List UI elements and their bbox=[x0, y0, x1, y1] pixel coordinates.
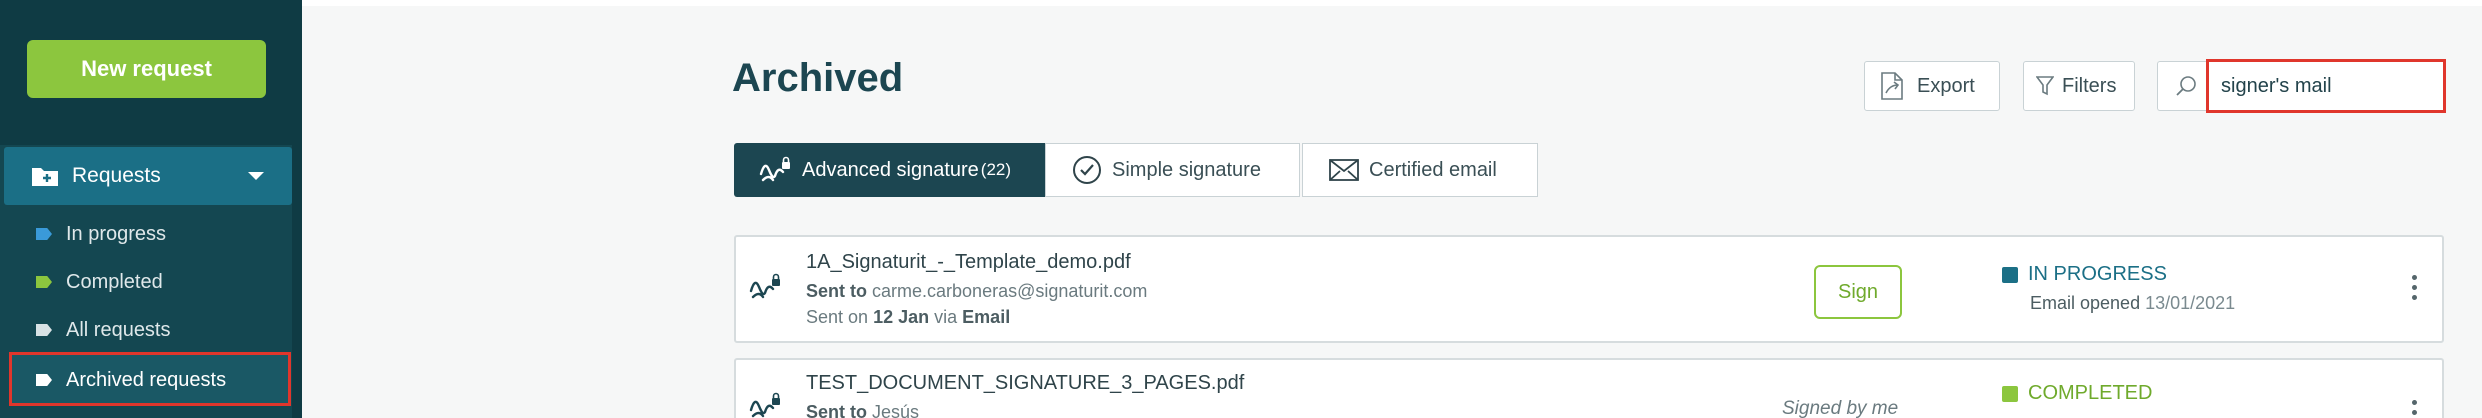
sent-to: Sent to Jesús bbox=[806, 402, 920, 418]
signed-by-me-note: Signed by me bbox=[1782, 398, 1899, 418]
status-badge: IN PROGRESS bbox=[2002, 263, 2167, 286]
page-title: Archived bbox=[732, 56, 904, 100]
more-options-icon[interactable] bbox=[2412, 275, 2418, 305]
sidebar-item-label: Archived requests bbox=[66, 368, 227, 391]
tab-count: (22) bbox=[980, 160, 1012, 179]
envelope-icon bbox=[1329, 159, 1359, 181]
sign-button[interactable]: Sign bbox=[1814, 265, 1902, 319]
search-button[interactable] bbox=[2157, 61, 2213, 111]
tag-icon bbox=[36, 228, 52, 240]
more-options-icon[interactable] bbox=[2412, 400, 2418, 418]
status-detail: Email opened 13/01/2021 bbox=[2030, 293, 2236, 313]
tag-icon bbox=[36, 374, 52, 386]
sidebar: New request Requests In progress Complet… bbox=[0, 0, 302, 418]
requests-label: Requests bbox=[72, 164, 161, 187]
tab-advanced-signature[interactable]: Advanced signature (22) bbox=[734, 143, 1045, 197]
tab-simple-signature[interactable]: Simple signature bbox=[1045, 143, 1300, 197]
chevron-down-icon bbox=[248, 172, 264, 180]
tag-icon bbox=[36, 276, 52, 288]
requests-menu-toggle[interactable]: Requests bbox=[4, 147, 292, 205]
export-label: Export bbox=[1917, 74, 1975, 97]
tab-label: Advanced signature bbox=[802, 158, 979, 181]
list-item[interactable]: 1A_Signaturit_-_Template_demo.pdf Sent t… bbox=[734, 235, 2444, 343]
tab-label: Certified email bbox=[1369, 158, 1497, 181]
export-button[interactable]: Export bbox=[1864, 61, 2000, 111]
advanced-signature-icon bbox=[758, 156, 792, 184]
tab-certified-email[interactable]: Certified email bbox=[1302, 143, 1538, 197]
filters-label: Filters bbox=[2062, 74, 2117, 97]
sidebar-item-label: In progress bbox=[66, 222, 167, 245]
status-square-icon bbox=[2002, 266, 2018, 283]
export-file-icon bbox=[1881, 72, 1903, 100]
sidebar-item-label: All requests bbox=[66, 318, 171, 341]
folder-plus-icon bbox=[32, 168, 58, 186]
tag-icon bbox=[36, 324, 52, 336]
advanced-signature-icon bbox=[749, 273, 780, 299]
document-name[interactable]: TEST_DOCUMENT_SIGNATURE_3_PAGES.pdf bbox=[806, 372, 1244, 395]
search-icon bbox=[2175, 76, 2196, 96]
sidebar-item-label: Completed bbox=[66, 270, 163, 293]
sent-on: Sent on 12 Jan via Email bbox=[806, 307, 1011, 327]
tab-label: Simple signature bbox=[1112, 158, 1261, 181]
filters-button[interactable]: Filters bbox=[2023, 61, 2135, 111]
sent-to: Sent to carme.carboneras@signaturit.com bbox=[806, 281, 1148, 301]
status-square-icon bbox=[2002, 385, 2018, 402]
document-name[interactable]: 1A_Signaturit_-_Template_demo.pdf bbox=[806, 251, 1131, 274]
check-circle-icon bbox=[1072, 155, 1102, 185]
new-request-button[interactable]: New request bbox=[27, 40, 266, 98]
list-item[interactable]: TEST_DOCUMENT_SIGNATURE_3_PAGES.pdf Sent… bbox=[734, 358, 2444, 418]
sidebar-item-completed[interactable]: Completed bbox=[36, 262, 163, 302]
status-badge: COMPLETED bbox=[2002, 382, 2152, 405]
sidebar-item-in-progress[interactable]: In progress bbox=[36, 214, 166, 254]
top-strip bbox=[302, 0, 2482, 6]
advanced-signature-icon bbox=[749, 392, 780, 418]
filter-icon bbox=[2036, 76, 2054, 96]
sidebar-item-archived-requests[interactable]: Archived requests bbox=[9, 352, 291, 406]
search-input[interactable] bbox=[2209, 62, 2443, 110]
search-input-wrapper bbox=[2206, 59, 2446, 113]
sidebar-item-all-requests[interactable]: All requests bbox=[36, 310, 171, 350]
